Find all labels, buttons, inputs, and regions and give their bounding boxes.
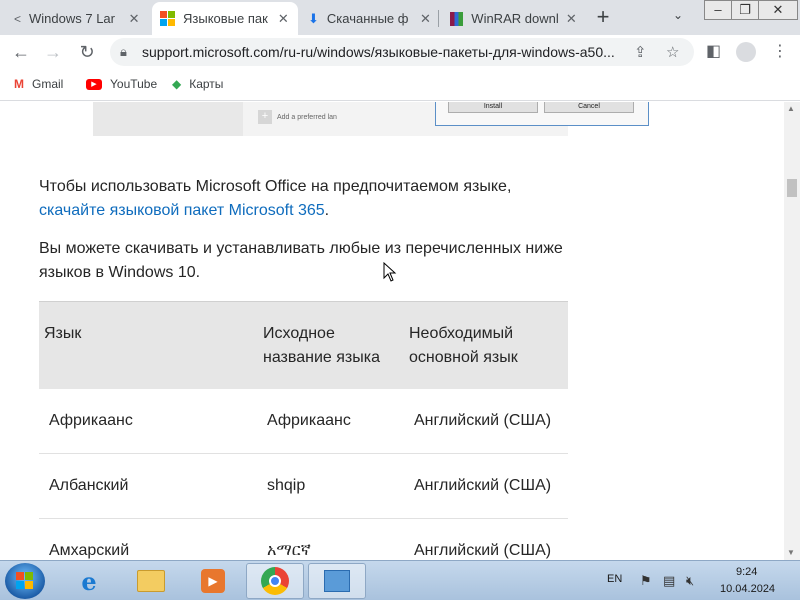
cell-base-language: Английский (США): [414, 542, 552, 559]
control-panel-taskbar-button[interactable]: [308, 563, 366, 599]
minimize-button[interactable]: –: [704, 0, 732, 20]
start-button[interactable]: [5, 563, 45, 599]
network-icon[interactable]: ▤: [663, 573, 675, 589]
tab-separator: [438, 10, 439, 27]
screenshot-image: + Add a preferred lan Install Cancel: [93, 102, 649, 136]
tab-title: Скачанные ф: [326, 11, 409, 26]
cell-language: Африкаанс: [49, 411, 133, 429]
bookmarks-bar: M Gmail ▶ YouTube ◆ Карты: [0, 69, 800, 101]
share-page-icon[interactable]: ⇪: [634, 43, 647, 61]
close-icon[interactable]: ✕: [127, 11, 141, 27]
tab-winrar[interactable]: WinRAR downl ✕: [442, 2, 586, 35]
page-content: + Add a preferred lan Install Cancel Что…: [0, 102, 784, 560]
scroll-down-icon[interactable]: ▼: [787, 548, 795, 557]
reload-button[interactable]: ↻: [74, 39, 100, 65]
table-row: Албанский shqip Английский (США): [39, 454, 568, 519]
table-row: Африкаанс Африкаанс Английский (США): [39, 389, 568, 454]
forward-button[interactable]: →: [40, 39, 66, 65]
lock-icon[interactable]: 🔒︎: [120, 44, 127, 60]
menu-icon[interactable]: ⋮: [772, 41, 788, 61]
clock-time[interactable]: 9:24: [736, 566, 757, 578]
add-language-text: Add a preferred lan: [277, 113, 337, 121]
volume-muted-icon[interactable]: 🔇︎: [686, 573, 694, 589]
tab-downloads[interactable]: ⬇ Скачанные ф ✕: [300, 2, 440, 35]
cell-base-language: Английский (США): [414, 477, 552, 494]
tab-title: Windows 7 Lar: [29, 11, 115, 26]
paragraph-text: Чтобы использовать Microsoft Office на п…: [39, 178, 512, 195]
file-explorer-taskbar-button[interactable]: [122, 563, 180, 599]
page-scrollbar[interactable]: ▲ ▼: [784, 102, 800, 560]
action-center-flag-icon[interactable]: ⚑: [640, 573, 652, 589]
close-icon[interactable]: ✕: [277, 11, 290, 27]
youtube-icon: ▶: [86, 78, 102, 90]
new-tab-button[interactable]: +: [590, 5, 616, 31]
bookmark-gmail[interactable]: M Gmail: [14, 77, 63, 91]
header-native-name: Исходное название языка: [263, 325, 380, 366]
cell-native-name: አማርኛ: [267, 542, 311, 559]
screenshot-dialog: Install Cancel: [435, 102, 649, 126]
url-text[interactable]: support.microsoft.com/ru-ru/windows/язык…: [142, 44, 632, 60]
header-base-language: Необходимый основной язык: [409, 325, 518, 366]
clock-date[interactable]: 10.04.2024: [720, 583, 775, 595]
close-icon[interactable]: ✕: [565, 11, 578, 27]
cell-base-language: Английский (США): [414, 411, 552, 429]
language-table: Язык Исходное название языка Необходимый…: [39, 301, 568, 560]
internet-explorer-taskbar-button[interactable]: e: [60, 563, 118, 599]
bookmark-label: Карты: [189, 77, 224, 91]
table-row: Амхарский አማርኛ Английский (США): [39, 519, 568, 561]
paragraph-end: .: [324, 202, 330, 219]
bookmark-maps[interactable]: ◆ Карты: [172, 77, 223, 91]
cell-native-name: Африкаанс: [267, 411, 351, 429]
internet-explorer-icon: e: [81, 566, 97, 596]
header-language: Язык: [44, 325, 82, 342]
media-player-taskbar-button[interactable]: ▶: [184, 563, 242, 599]
address-bar[interactable]: 🔒︎ support.microsoft.com/ru-ru/windows/я…: [110, 38, 694, 66]
close-window-button[interactable]: ✕: [758, 0, 798, 20]
folder-icon: [137, 570, 165, 592]
browser-toolbar: ← → ↻ 🔒︎ support.microsoft.com/ru-ru/win…: [0, 35, 800, 69]
bookmark-label: YouTube: [110, 77, 158, 91]
maps-icon: ◆: [172, 77, 182, 91]
office-language-pack-link[interactable]: скачайте языковой пакет Microsoft 365: [39, 202, 325, 219]
cell-native-name: shqip: [267, 477, 306, 494]
screenshot-cancel-button: Cancel: [544, 102, 634, 113]
side-panel-icon[interactable]: ◧: [706, 41, 721, 61]
scrollbar-thumb[interactable]: [787, 179, 797, 197]
profile-avatar[interactable]: [736, 42, 756, 62]
tab-windows7[interactable]: < Windows 7 Lar ✕: [6, 2, 154, 35]
chrome-icon: [261, 567, 289, 595]
download-icon: ⬇: [308, 10, 319, 26]
restore-button[interactable]: ❐: [731, 0, 759, 20]
screenshot-install-button: Install: [448, 102, 538, 113]
table-header-row: Язык Исходное название языка Необходимый…: [39, 301, 568, 389]
windows-logo-icon: [16, 572, 33, 589]
plus-icon: +: [258, 110, 272, 124]
tab-language-packs[interactable]: Языковые пак ✕: [152, 2, 298, 35]
cell-language: Амхарский: [49, 542, 130, 559]
tab-search-icon[interactable]: ⌄: [673, 8, 683, 22]
windows-taskbar: e ▶ EN ⚑ ▤ 🔇︎ 9:24 10.04.2024: [0, 560, 800, 600]
tab-strip: < Windows 7 Lar ✕ Языковые пак ✕ ⬇ Скача…: [0, 0, 800, 35]
cell-language: Албанский: [49, 477, 129, 494]
microsoft-logo-icon: [160, 11, 175, 26]
language-indicator[interactable]: EN: [607, 573, 622, 585]
gmail-icon: M: [14, 77, 24, 91]
mouse-cursor-icon: [383, 262, 397, 282]
languages-intro-paragraph: Вы можете скачивать и устанавливать любы…: [39, 240, 563, 281]
back-button[interactable]: ←: [8, 39, 34, 65]
tab-title: Языковые пак: [183, 11, 268, 26]
winrar-icon: [450, 11, 464, 26]
add-language-row: + Add a preferred lan: [258, 110, 337, 124]
chrome-taskbar-button[interactable]: [246, 563, 304, 599]
bookmark-youtube[interactable]: ▶ YouTube: [86, 77, 157, 91]
close-icon[interactable]: ✕: [419, 11, 432, 27]
control-panel-icon: [324, 570, 350, 592]
scroll-up-icon[interactable]: ▲: [787, 104, 795, 113]
tab-title: WinRAR downl: [471, 11, 559, 26]
share-icon: <: [14, 11, 22, 26]
media-player-icon: ▶: [201, 569, 225, 593]
bookmark-label: Gmail: [32, 77, 64, 91]
bookmark-star-icon[interactable]: ☆: [666, 43, 679, 61]
office-language-paragraph: Чтобы использовать Microsoft Office на п…: [39, 175, 579, 223]
